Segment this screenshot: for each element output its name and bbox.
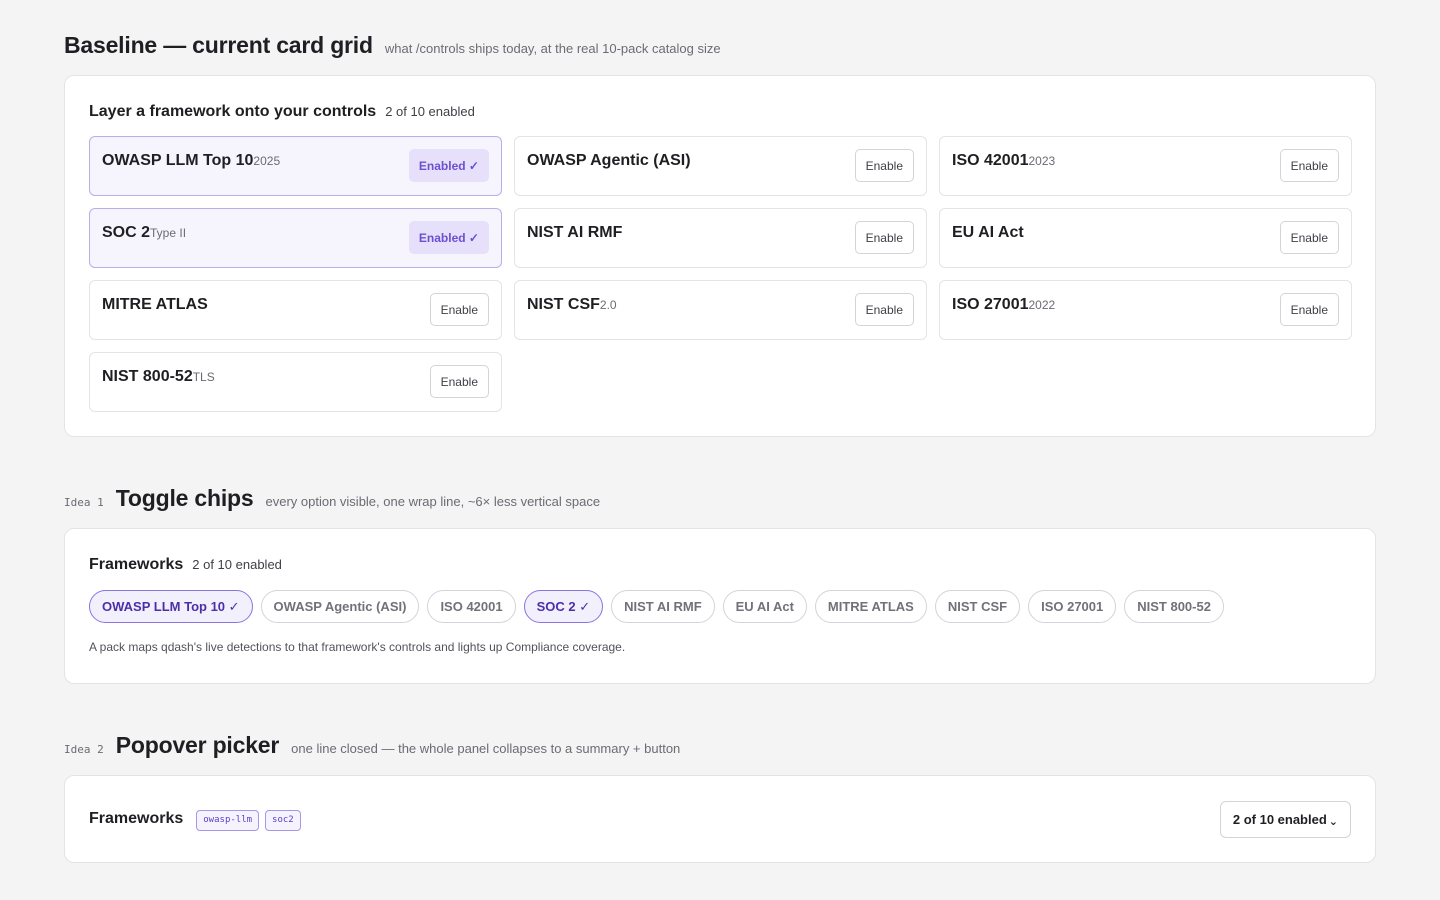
popover-panel-header: Frameworks owasp-llm soc2 xyxy=(89,810,301,831)
framework-label: MITRE ATLAS xyxy=(102,296,208,313)
baseline-panel: Layer a framework onto your controls 2 o… xyxy=(64,75,1376,437)
idea1-title: Toggle chips xyxy=(115,485,254,511)
framework-version: 2023 xyxy=(1028,154,1056,168)
panel-title: Layer a framework onto your controls xyxy=(89,103,377,120)
help-note: A pack maps qdash's live detections to t… xyxy=(89,640,626,654)
framework-version: 2025 xyxy=(253,154,281,168)
framework-chip[interactable]: NIST AI RMF xyxy=(611,590,715,623)
framework-name: NIST CSF2.0 xyxy=(527,296,617,314)
baseline-panel-header: Layer a framework onto your controls 2 o… xyxy=(89,103,475,121)
framework-card: MITRE ATLAS Enable xyxy=(89,280,502,340)
framework-label: NIST CSF xyxy=(527,296,600,313)
chips-panel-header: Frameworks 2 of 10 enabled xyxy=(89,556,282,574)
framework-card-grid: OWASP LLM Top 102025 Enabled ✓ OWASP Agent… xyxy=(89,136,1352,412)
idea2-subtitle: one line closed — the whole panel collap… xyxy=(291,741,681,756)
framework-card: NIST CSF2.0 Enable xyxy=(514,280,927,340)
framework-label: OWASP Agentic (ASI) xyxy=(527,152,691,169)
popover-panel: Frameworks owasp-llm soc2 2 of 10 enable… xyxy=(64,775,1376,863)
framework-name: OWASP Agentic (ASI) xyxy=(527,152,691,170)
idea-tag: Idea 1 xyxy=(64,496,104,509)
framework-name: ISO 270012022 xyxy=(952,296,1055,314)
chevron-down-icon: ⌄ xyxy=(1328,816,1338,828)
framework-label: ISO 27001 xyxy=(952,296,1029,313)
framework-name: SOC 2Type II xyxy=(102,224,186,242)
panel-title: Frameworks xyxy=(89,810,184,827)
enabled-button[interactable]: Enabled ✓ xyxy=(408,221,489,254)
framework-name: NIST AI RMF xyxy=(527,224,622,242)
idea1-subtitle: every option visible, one wrap line, ~6×… xyxy=(265,494,601,509)
framework-chip[interactable]: OWASP Agentic (ASI) xyxy=(260,590,420,623)
enabled-tag: owasp-llm xyxy=(196,810,260,831)
framework-card: ISO 420012023 Enable xyxy=(939,136,1352,196)
baseline-subtitle: what /controls ships today, at the real … xyxy=(384,41,721,56)
framework-picker-button[interactable]: 2 of 10 enabled ⌄ xyxy=(1219,801,1351,838)
framework-label: SOC 2 xyxy=(102,224,151,241)
framework-chip[interactable]: MITRE ATLAS xyxy=(814,590,927,623)
panel-title: Frameworks xyxy=(89,556,184,573)
framework-version: 2022 xyxy=(1028,298,1056,312)
enable-button[interactable]: Enable xyxy=(854,149,914,182)
framework-chips: OWASP LLM Top 10 ✓ OWASP Agentic (ASI) ISO… xyxy=(89,590,1224,623)
idea-tag: Idea 2 xyxy=(64,743,104,756)
framework-name: NIST 800-52TLS xyxy=(102,368,215,386)
idea1-header: Idea 1 Toggle chips every option visible… xyxy=(64,485,600,512)
framework-chip[interactable]: EU AI Act xyxy=(722,590,807,623)
idea2-header: Idea 2 Popover picker one line closed — … xyxy=(64,732,680,759)
framework-version: TLS xyxy=(192,370,215,384)
framework-label: ISO 42001 xyxy=(952,152,1029,169)
framework-card: NIST AI RMF Enable xyxy=(514,208,927,268)
enable-button[interactable]: Enable xyxy=(429,293,489,326)
framework-label: OWASP LLM Top 10 xyxy=(102,152,254,169)
enabled-count: 2 of 10 enabled xyxy=(192,557,282,572)
enable-button[interactable]: Enable xyxy=(854,293,914,326)
enable-button[interactable]: Enable xyxy=(1279,293,1339,326)
framework-chip[interactable]: SOC 2 ✓ xyxy=(523,590,604,623)
idea2-title: Popover picker xyxy=(115,732,280,758)
framework-label: NIST AI RMF xyxy=(527,224,623,241)
framework-card: ISO 270012022 Enable xyxy=(939,280,1352,340)
enabled-tags: owasp-llm soc2 xyxy=(196,810,301,831)
enable-button[interactable]: Enable xyxy=(429,365,489,398)
framework-chip[interactable]: OWASP LLM Top 10 ✓ xyxy=(89,590,253,623)
enabled-count: 2 of 10 enabled xyxy=(385,104,475,119)
framework-name: EU AI Act xyxy=(952,224,1024,242)
framework-name: OWASP LLM Top 102025 xyxy=(102,152,280,170)
framework-name: MITRE ATLAS xyxy=(102,296,208,314)
enable-button[interactable]: Enable xyxy=(854,221,914,254)
picker-button-label: 2 of 10 enabled xyxy=(1232,812,1327,827)
framework-label: NIST 800-52 xyxy=(102,368,193,385)
framework-chip[interactable]: NIST 800-52 xyxy=(1124,590,1224,623)
framework-name: ISO 420012023 xyxy=(952,152,1055,170)
enabled-button[interactable]: Enabled ✓ xyxy=(408,149,489,182)
framework-card: OWASP Agentic (ASI) Enable xyxy=(514,136,927,196)
framework-version: 2.0 xyxy=(599,298,617,312)
baseline-title: Baseline — current card grid xyxy=(64,32,373,58)
framework-card: SOC 2Type II Enabled ✓ xyxy=(89,208,502,268)
enable-button[interactable]: Enable xyxy=(1279,149,1339,182)
enable-button[interactable]: Enable xyxy=(1279,221,1339,254)
framework-label: EU AI Act xyxy=(952,224,1024,241)
framework-card: OWASP LLM Top 102025 Enabled ✓ xyxy=(89,136,502,196)
framework-card: NIST 800-52TLS Enable xyxy=(89,352,502,412)
framework-chip[interactable]: NIST CSF xyxy=(934,590,1021,623)
baseline-header: Baseline — current card grid what /contr… xyxy=(64,32,721,59)
framework-chip[interactable]: ISO 42001 xyxy=(427,590,516,623)
framework-chip[interactable]: ISO 27001 xyxy=(1028,590,1117,623)
framework-card: EU AI Act Enable xyxy=(939,208,1352,268)
chips-panel: Frameworks 2 of 10 enabled OWASP LLM Top… xyxy=(64,528,1376,684)
framework-version: Type II xyxy=(150,226,187,240)
enabled-tag: soc2 xyxy=(265,810,301,831)
